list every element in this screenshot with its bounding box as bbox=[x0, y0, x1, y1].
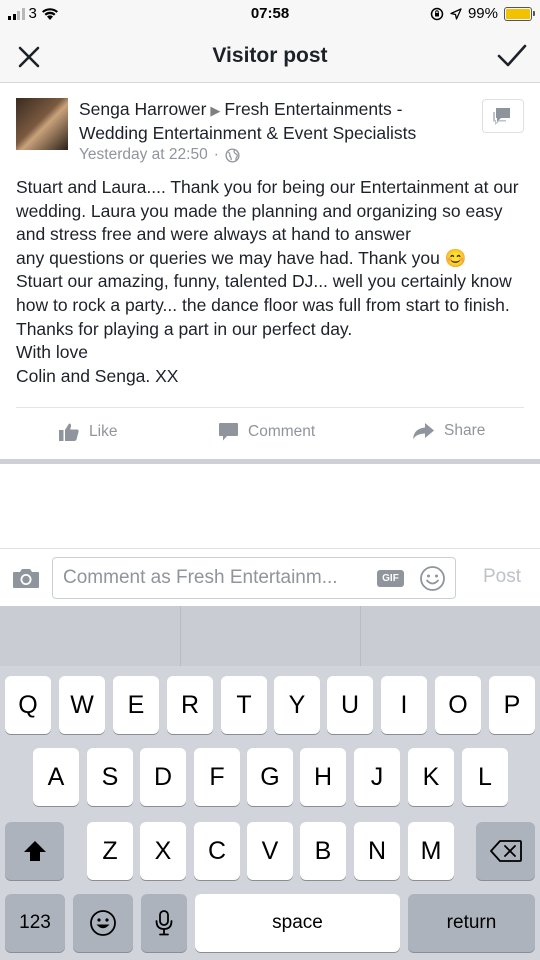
post-timestamp[interactable]: Yesterday at 22:50 bbox=[79, 146, 208, 164]
comment-icon bbox=[219, 423, 238, 441]
emoji-key[interactable] bbox=[73, 894, 133, 952]
key-j[interactable]: J bbox=[354, 748, 400, 806]
key-g[interactable]: G bbox=[247, 748, 293, 806]
status-right: 99% bbox=[430, 5, 535, 22]
battery-icon bbox=[504, 6, 535, 21]
arrow-icon: ▶ bbox=[210, 103, 221, 118]
comment-placeholder: Comment as Fresh Entertainm... bbox=[63, 567, 338, 588]
camera-icon[interactable] bbox=[12, 566, 40, 590]
key-q[interactable]: Q bbox=[5, 676, 51, 734]
key-r[interactable]: R bbox=[167, 676, 213, 734]
nav-bar: Visitor post bbox=[0, 30, 540, 83]
key-a[interactable]: A bbox=[33, 748, 79, 806]
key-w[interactable]: W bbox=[59, 676, 105, 734]
like-button[interactable]: Like bbox=[58, 422, 117, 442]
status-bar: 3 07:58 99% bbox=[0, 0, 540, 30]
key-n[interactable]: N bbox=[354, 822, 400, 880]
key-c[interactable]: C bbox=[194, 822, 240, 880]
checkmark-icon[interactable] bbox=[496, 41, 528, 71]
key-d[interactable]: D bbox=[140, 748, 186, 806]
key-h[interactable]: H bbox=[300, 748, 346, 806]
keyboard: Q W E R T Y U I O P A S D F G H J K L Z … bbox=[0, 606, 540, 960]
orientation-lock-icon bbox=[430, 7, 444, 20]
key-o[interactable]: O bbox=[435, 676, 481, 734]
page-title: Visitor post bbox=[212, 44, 328, 67]
key-z[interactable]: Z bbox=[87, 822, 133, 880]
comment-bar: Comment as Fresh Entertainm... GIF Post bbox=[0, 548, 540, 606]
visitor-post: Senga Harrower ▶ Fresh Entertainments - We… bbox=[0, 84, 540, 460]
key-t[interactable]: T bbox=[221, 676, 267, 734]
share-button[interactable]: Share bbox=[412, 422, 485, 440]
comment-input[interactable]: Comment as Fresh Entertainm... GIF bbox=[52, 557, 456, 599]
avatar[interactable] bbox=[16, 98, 68, 150]
battery-percent: 99% bbox=[467, 5, 498, 22]
key-s[interactable]: S bbox=[87, 748, 133, 806]
key-m[interactable]: M bbox=[408, 822, 454, 880]
suggestion-divider bbox=[360, 606, 361, 666]
suggestion-bar bbox=[0, 606, 540, 666]
key-x[interactable]: X bbox=[140, 822, 186, 880]
thumbs-up-icon bbox=[59, 423, 79, 441]
key-k[interactable]: K bbox=[408, 748, 454, 806]
key-u[interactable]: U bbox=[327, 676, 373, 734]
message-icon bbox=[493, 108, 510, 125]
key-f[interactable]: F bbox=[194, 748, 240, 806]
gif-button[interactable]: GIF bbox=[377, 570, 404, 587]
return-key[interactable]: return bbox=[408, 894, 535, 952]
numbers-key[interactable]: 123 bbox=[5, 894, 65, 952]
space-key[interactable]: space bbox=[195, 894, 400, 952]
location-icon bbox=[450, 7, 462, 20]
globe-icon bbox=[225, 147, 240, 163]
shift-arrow-icon bbox=[23, 841, 46, 861]
key-p[interactable]: P bbox=[489, 676, 535, 734]
key-v[interactable]: V bbox=[247, 822, 293, 880]
microphone-key[interactable] bbox=[141, 894, 187, 952]
like-label: Like bbox=[89, 423, 118, 440]
comment-button[interactable]: Comment bbox=[218, 422, 315, 442]
meta-separator: · bbox=[213, 146, 219, 163]
post-button[interactable]: Post bbox=[483, 566, 521, 588]
backspace-key[interactable] bbox=[476, 822, 535, 880]
microphone-icon bbox=[155, 910, 173, 936]
post-meta: Yesterday at 22:50 · bbox=[79, 146, 240, 164]
share-arrow-icon bbox=[413, 423, 434, 439]
post-body: Stuart and Laura.... Thank you for being… bbox=[16, 177, 519, 386]
suggestion-divider bbox=[180, 606, 181, 666]
key-y[interactable]: Y bbox=[274, 676, 320, 734]
key-b[interactable]: B bbox=[300, 822, 346, 880]
post-separator bbox=[0, 459, 540, 464]
post-header: Senga Harrower ▶ Fresh Entertainments - We… bbox=[79, 98, 469, 145]
backspace-icon bbox=[489, 840, 522, 862]
emoji-icon[interactable] bbox=[419, 565, 446, 592]
emoji-keyboard-icon bbox=[90, 910, 116, 936]
message-button[interactable] bbox=[482, 99, 524, 133]
shift-key[interactable] bbox=[5, 822, 64, 880]
author-name[interactable]: Senga Harrower bbox=[79, 99, 206, 119]
comment-label: Comment bbox=[248, 423, 316, 440]
key-e[interactable]: E bbox=[113, 676, 159, 734]
post-actions: Like Comment Share bbox=[0, 408, 540, 458]
share-label: Share bbox=[444, 422, 486, 439]
key-l[interactable]: L bbox=[462, 748, 508, 806]
key-i[interactable]: I bbox=[381, 676, 427, 734]
